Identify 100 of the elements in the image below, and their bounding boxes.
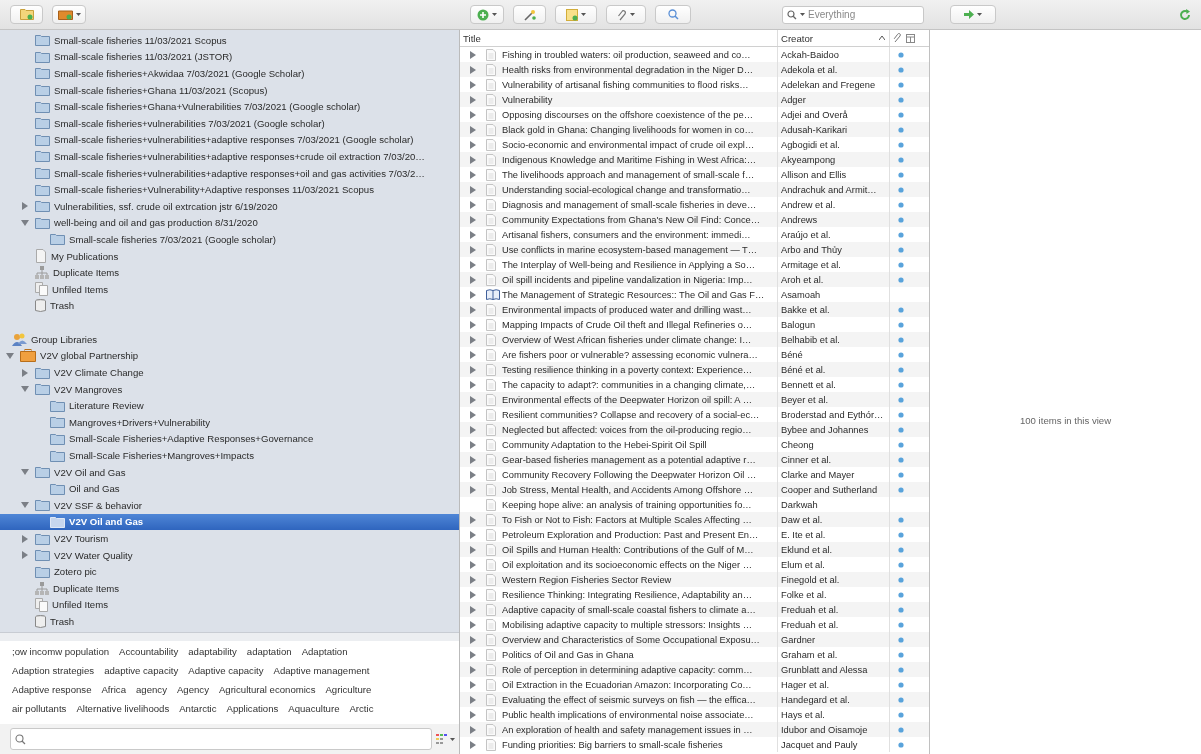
attachment-dot-icon[interactable] bbox=[898, 81, 904, 88]
tag[interactable]: Adaptive response bbox=[12, 684, 92, 695]
attachment-dot-icon[interactable] bbox=[898, 411, 904, 418]
collection-label[interactable]: V2V Mangroves bbox=[54, 383, 123, 395]
attachment-dot-icon[interactable] bbox=[898, 681, 904, 688]
tag[interactable]: adaptive capacity bbox=[104, 665, 179, 676]
attachment-dot-icon[interactable] bbox=[898, 141, 904, 148]
collection-label[interactable]: Zotero pic bbox=[54, 566, 97, 578]
attachment-dot-icon[interactable] bbox=[898, 111, 904, 118]
tag[interactable]: Alternative livelihoods bbox=[76, 703, 170, 714]
collection-label[interactable]: V2V Oil and Gas bbox=[54, 466, 126, 478]
attachment-dot-icon[interactable] bbox=[898, 126, 904, 133]
attachment-dot-icon[interactable] bbox=[898, 471, 904, 478]
attachment-dot-icon[interactable] bbox=[898, 66, 904, 73]
attachment-dot-icon[interactable] bbox=[898, 741, 904, 748]
search-field[interactable]: Everything bbox=[782, 5, 924, 24]
expanded-arrow-icon[interactable] bbox=[21, 501, 29, 510]
tag[interactable]: Agriculture bbox=[325, 684, 372, 695]
collection-label[interactable]: Small-scale fisheries 11/03/2021 Scopus bbox=[54, 34, 227, 46]
tag[interactable]: Adaption strategies bbox=[12, 665, 95, 676]
attachment-dot-icon[interactable] bbox=[898, 546, 904, 553]
collection-label[interactable]: well-being and oil and gas production 8/31/2020 bbox=[54, 217, 258, 229]
tag[interactable]: Applications bbox=[226, 703, 279, 714]
attachment-dot-icon[interactable] bbox=[898, 591, 904, 598]
attachment-dot-icon[interactable] bbox=[898, 336, 904, 343]
tag-search-field[interactable] bbox=[10, 728, 432, 750]
attachment-dot-icon[interactable] bbox=[898, 711, 904, 718]
attachment-dot-icon[interactable] bbox=[898, 726, 904, 733]
collection-label[interactable]: Mangroves+Drivers+Vulnerability bbox=[69, 416, 210, 428]
attachment-dot-icon[interactable] bbox=[898, 531, 904, 538]
collection-label[interactable]: Trash bbox=[50, 300, 75, 312]
attachment-dot-icon[interactable] bbox=[898, 576, 904, 583]
attachment-dot-icon[interactable] bbox=[898, 396, 904, 403]
attachment-dot-icon[interactable] bbox=[898, 486, 904, 493]
new-library-button[interactable] bbox=[52, 5, 86, 24]
tag[interactable]: adaptation bbox=[246, 646, 292, 657]
tag[interactable]: Antarctic bbox=[179, 703, 217, 714]
column-header[interactable]: Title bbox=[460, 30, 778, 46]
collection-label[interactable]: Trash bbox=[50, 616, 75, 627]
collection-label[interactable]: Small-scale fisheries 7/03/2021 (Google scholar) bbox=[69, 233, 276, 245]
attachment-dot-icon[interactable] bbox=[898, 96, 904, 103]
tag[interactable]: Agency bbox=[176, 684, 209, 695]
attachment-dot-icon[interactable] bbox=[898, 351, 904, 358]
attachment-dot-icon[interactable] bbox=[898, 561, 904, 568]
collection-label[interactable]: Unfiled Items bbox=[52, 283, 108, 295]
tag[interactable]: Arctic bbox=[349, 703, 374, 714]
tag[interactable]: Africa bbox=[101, 684, 126, 695]
search-input[interactable]: Everything bbox=[808, 9, 908, 20]
attachment-dot-icon[interactable] bbox=[898, 171, 904, 178]
tag-menu-button[interactable] bbox=[436, 734, 455, 744]
attachment-dot-icon[interactable] bbox=[898, 456, 904, 463]
attachment-dot-icon[interactable] bbox=[898, 51, 904, 58]
collapsed-arrow-icon[interactable] bbox=[21, 368, 29, 377]
collection-label[interactable]: Small-scale fisheries+vulnerabilities+adaptive responses+crude oil extraction 7/03/20… bbox=[54, 150, 425, 162]
collection-label[interactable]: V2V Tourism bbox=[54, 533, 109, 544]
attachment-dot-icon[interactable] bbox=[898, 321, 904, 328]
attachment-dot-icon[interactable] bbox=[898, 666, 904, 673]
collection-label[interactable]: Small-scale fisheries+vulnerabilities+adaptive responses 7/03/2021 (Google scholar) bbox=[54, 134, 414, 146]
collection-label[interactable]: Literature Review bbox=[69, 400, 144, 412]
attachment-dot-icon[interactable] bbox=[898, 216, 904, 223]
attachment-dot-icon[interactable] bbox=[898, 426, 904, 433]
column-header[interactable]: Creator bbox=[778, 30, 890, 46]
attachment-dot-icon[interactable] bbox=[898, 441, 904, 448]
attachment-dot-icon[interactable] bbox=[898, 201, 904, 208]
collection-label[interactable]: Small-scale fisheries+Vulnerability+Adaptive responses 11/03/2021 Scopus bbox=[54, 184, 374, 196]
attachment-dot-icon[interactable] bbox=[898, 231, 904, 238]
collection-label[interactable]: V2V SSF & behavior bbox=[54, 499, 142, 511]
search-button[interactable] bbox=[655, 5, 691, 24]
collection-label[interactable]: My Publications bbox=[51, 250, 119, 262]
expanded-arrow-icon[interactable] bbox=[21, 468, 29, 477]
attachment-dot-icon[interactable] bbox=[898, 696, 904, 703]
attachment-dot-icon[interactable] bbox=[898, 366, 904, 373]
attachment-dot-icon[interactable] bbox=[898, 516, 904, 523]
attachment-button[interactable] bbox=[606, 5, 646, 24]
tag[interactable]: Accountability bbox=[119, 646, 179, 657]
collection-label[interactable]: Unfiled Items bbox=[52, 599, 108, 611]
attachment-dot-icon[interactable] bbox=[898, 156, 904, 163]
attachment-dot-icon[interactable] bbox=[898, 606, 904, 613]
attachment-dot-icon[interactable] bbox=[898, 381, 904, 388]
attachment-dot-icon[interactable] bbox=[898, 621, 904, 628]
column-picker-icon[interactable] bbox=[906, 33, 915, 43]
collection-label[interactable]: V2V Water Quality bbox=[54, 549, 133, 561]
tag[interactable]: air pollutants bbox=[12, 703, 67, 714]
collapsed-arrow-icon[interactable] bbox=[21, 202, 29, 211]
collection-label[interactable]: Oil and Gas bbox=[69, 483, 120, 495]
tag[interactable]: Adaptive management bbox=[273, 665, 370, 676]
collection-label[interactable]: V2V Climate Change bbox=[54, 367, 144, 379]
tag[interactable]: Aquaculture bbox=[288, 703, 340, 714]
attachment-dot-icon[interactable] bbox=[898, 276, 904, 283]
collection-label[interactable]: Small-scale fisheries+Akwidaa 7/03/2021 (Google Scholar) bbox=[54, 68, 305, 79]
collection-label[interactable]: Small-scale fisheries+Ghana+Vulnerabilities 7/03/2021 (Google scholar) bbox=[54, 101, 361, 113]
new-note-button[interactable] bbox=[555, 5, 597, 24]
tag[interactable]: adaptability bbox=[188, 646, 237, 657]
attachment-dot-icon[interactable] bbox=[898, 261, 904, 268]
attachment-dot-icon[interactable] bbox=[898, 306, 904, 313]
expanded-arrow-icon[interactable] bbox=[6, 352, 14, 360]
collection-label[interactable]: Small-Scale Fisheries+Mangroves+Impacts bbox=[69, 450, 255, 462]
collection-label[interactable]: Duplicate Items bbox=[53, 582, 120, 594]
attachment-dot-icon[interactable] bbox=[898, 636, 904, 643]
new-item-button[interactable] bbox=[470, 5, 504, 24]
